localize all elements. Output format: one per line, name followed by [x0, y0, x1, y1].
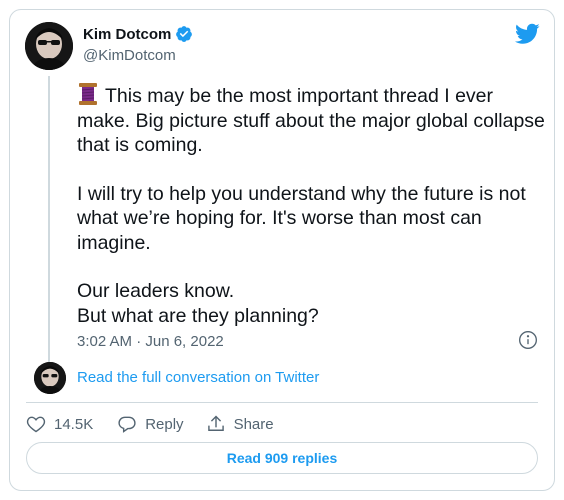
- tweet-actions-bar: 14.5K Reply Share: [26, 412, 274, 436]
- read-full-conversation-link[interactable]: Read the full conversation on Twitter: [77, 369, 319, 386]
- verified-badge-icon: [175, 25, 193, 43]
- heart-icon: [26, 416, 46, 433]
- tweet-paragraph-3: Our leaders know.: [77, 280, 235, 302]
- reply-avatar[interactable]: [34, 362, 66, 394]
- like-button[interactable]: 14.5K: [26, 414, 93, 434]
- reply-label: Reply: [145, 415, 184, 433]
- actions-divider: [26, 402, 538, 403]
- author-name-row[interactable]: Kim Dotcom: [83, 25, 193, 43]
- author-handle[interactable]: @KimDotcom: [83, 47, 176, 64]
- thread-connector-line: [48, 76, 50, 366]
- like-count: 14.5K: [54, 415, 94, 433]
- share-label: Share: [233, 415, 274, 433]
- share-icon: [207, 415, 224, 431]
- tweet-paragraph-2: I will try to help you understand why th…: [77, 182, 526, 254]
- reply-bubble-icon: [118, 416, 136, 433]
- reply-button[interactable]: Reply: [117, 414, 184, 434]
- tweet-text: This may be the most important thread I …: [77, 82, 547, 328]
- twitter-bird-icon[interactable]: [515, 23, 540, 45]
- author-avatar[interactable]: [25, 22, 73, 70]
- info-icon[interactable]: [518, 330, 538, 350]
- embedded-tweet-card: Kim Dotcom @KimDotcom This may be the mo…: [9, 9, 555, 491]
- author-name[interactable]: Kim Dotcom: [83, 26, 171, 43]
- tweet-paragraph-1: This may be the most important thread I …: [77, 85, 545, 156]
- read-replies-button[interactable]: Read 909 replies: [26, 442, 538, 474]
- share-button[interactable]: Share: [206, 414, 274, 434]
- thread-spool-icon: [77, 82, 99, 106]
- tweet-paragraph-4: But what are they planning?: [77, 304, 319, 327]
- tweet-timestamp[interactable]: 3:02 AM · Jun 6, 2022: [77, 333, 224, 350]
